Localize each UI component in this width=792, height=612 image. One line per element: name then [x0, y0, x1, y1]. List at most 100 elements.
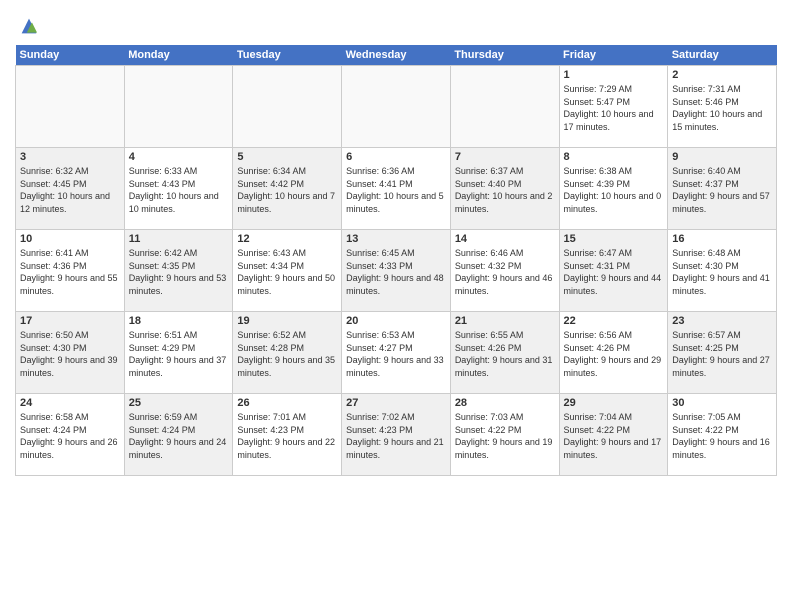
day-info: Sunrise: 6:33 AMSunset: 4:43 PMDaylight:…: [129, 165, 229, 215]
calendar-cell: [124, 66, 233, 148]
main-container: SundayMondayTuesdayWednesdayThursdayFrid…: [0, 0, 792, 481]
day-info: Sunrise: 6:52 AMSunset: 4:28 PMDaylight:…: [237, 329, 337, 379]
day-info: Sunrise: 6:41 AMSunset: 4:36 PMDaylight:…: [20, 247, 120, 297]
calendar-cell: 23 Sunrise: 6:57 AMSunset: 4:25 PMDayligh…: [668, 312, 777, 394]
logo-text: [15, 15, 40, 37]
day-info: Sunrise: 6:57 AMSunset: 4:25 PMDaylight:…: [672, 329, 772, 379]
day-header-friday: Friday: [559, 45, 668, 66]
day-number: 9: [672, 151, 772, 163]
day-info: Sunrise: 6:46 AMSunset: 4:32 PMDaylight:…: [455, 247, 555, 297]
calendar-cell: [16, 66, 125, 148]
week-row-3: 10Sunrise: 6:41 AMSunset: 4:36 PMDayligh…: [16, 230, 777, 312]
day-number: 27: [346, 397, 446, 409]
day-number: 1: [564, 69, 664, 81]
day-number: 28: [455, 397, 555, 409]
day-info: Sunrise: 6:32 AMSunset: 4:45 PMDaylight:…: [20, 165, 120, 215]
calendar-cell: 4 Sunrise: 6:33 AMSunset: 4:43 PMDaylight…: [124, 148, 233, 230]
day-info: Sunrise: 6:36 AMSunset: 4:41 PMDaylight:…: [346, 165, 446, 215]
day-number: 2: [672, 69, 772, 81]
calendar-cell: 14 Sunrise: 6:46 AMSunset: 4:32 PMDayligh…: [450, 230, 559, 312]
day-info: Sunrise: 6:37 AMSunset: 4:40 PMDaylight:…: [455, 165, 555, 215]
calendar-cell: 21Sunrise: 6:55 AMSunset: 4:26 PMDayligh…: [450, 312, 559, 394]
day-number: 21: [455, 315, 555, 327]
day-info: Sunrise: 7:03 AMSunset: 4:22 PMDaylight:…: [455, 411, 555, 461]
calendar-cell: 7Sunrise: 6:37 AMSunset: 4:40 PMDaylight…: [450, 148, 559, 230]
calendar-cell: 29 Sunrise: 7:04 AMSunset: 4:22 PMDayligh…: [559, 394, 668, 476]
day-number: 17: [20, 315, 120, 327]
calendar-cell: 2Sunrise: 7:31 AMSunset: 5:46 PMDaylight…: [668, 66, 777, 148]
calendar-cell: 9 Sunrise: 6:40 AMSunset: 4:37 PMDaylight…: [668, 148, 777, 230]
day-info: Sunrise: 6:38 AMSunset: 4:39 PMDaylight:…: [564, 165, 664, 215]
day-info: Sunrise: 6:53 AMSunset: 4:27 PMDaylight:…: [346, 329, 446, 379]
header: [15, 10, 777, 37]
day-info: Sunrise: 6:47 AMSunset: 4:31 PMDaylight:…: [564, 247, 664, 297]
calendar-cell: 6 Sunrise: 6:36 AMSunset: 4:41 PMDaylight…: [342, 148, 451, 230]
day-header-sunday: Sunday: [16, 45, 125, 66]
calendar-cell: 18 Sunrise: 6:51 AMSunset: 4:29 PMDayligh…: [124, 312, 233, 394]
day-info: Sunrise: 6:59 AMSunset: 4:24 PMDaylight:…: [129, 411, 229, 461]
day-number: 3: [20, 151, 120, 163]
day-number: 6: [346, 151, 446, 163]
logo: [15, 15, 40, 37]
day-header-tuesday: Tuesday: [233, 45, 342, 66]
day-number: 22: [564, 315, 664, 327]
calendar-cell: 20Sunrise: 6:53 AMSunset: 4:27 PMDayligh…: [342, 312, 451, 394]
calendar-cell: 28 Sunrise: 7:03 AMSunset: 4:22 PMDayligh…: [450, 394, 559, 476]
day-info: Sunrise: 6:34 AMSunset: 4:42 PMDaylight:…: [237, 165, 337, 215]
day-info: Sunrise: 6:40 AMSunset: 4:37 PMDaylight:…: [672, 165, 772, 215]
day-info: Sunrise: 6:58 AMSunset: 4:24 PMDaylight:…: [20, 411, 120, 461]
day-info: Sunrise: 6:42 AMSunset: 4:35 PMDaylight:…: [129, 247, 229, 297]
calendar-cell: [233, 66, 342, 148]
day-info: Sunrise: 6:43 AMSunset: 4:34 PMDaylight:…: [237, 247, 337, 297]
week-row-2: 3 Sunrise: 6:32 AMSunset: 4:45 PMDaylight…: [16, 148, 777, 230]
day-info: Sunrise: 6:45 AMSunset: 4:33 PMDaylight:…: [346, 247, 446, 297]
day-number: 23: [672, 315, 772, 327]
day-number: 25: [129, 397, 229, 409]
calendar-cell: 10Sunrise: 6:41 AMSunset: 4:36 PMDayligh…: [16, 230, 125, 312]
day-number: 5: [237, 151, 337, 163]
calendar-table: SundayMondayTuesdayWednesdayThursdayFrid…: [15, 45, 777, 476]
day-info: Sunrise: 6:51 AMSunset: 4:29 PMDaylight:…: [129, 329, 229, 379]
day-info: Sunrise: 7:02 AMSunset: 4:23 PMDaylight:…: [346, 411, 446, 461]
calendar-cell: 1 Sunrise: 7:29 AMSunset: 5:47 PMDaylight…: [559, 66, 668, 148]
calendar-cell: 26Sunrise: 7:01 AMSunset: 4:23 PMDayligh…: [233, 394, 342, 476]
day-number: 15: [564, 233, 664, 245]
day-info: Sunrise: 6:56 AMSunset: 4:26 PMDaylight:…: [564, 329, 664, 379]
day-number: 18: [129, 315, 229, 327]
day-header-saturday: Saturday: [668, 45, 777, 66]
calendar-cell: 24Sunrise: 6:58 AMSunset: 4:24 PMDayligh…: [16, 394, 125, 476]
day-number: 30: [672, 397, 772, 409]
calendar-cell: 25 Sunrise: 6:59 AMSunset: 4:24 PMDayligh…: [124, 394, 233, 476]
logo-icon: [18, 15, 40, 37]
day-info: Sunrise: 7:01 AMSunset: 4:23 PMDaylight:…: [237, 411, 337, 461]
day-header-thursday: Thursday: [450, 45, 559, 66]
week-row-5: 24Sunrise: 6:58 AMSunset: 4:24 PMDayligh…: [16, 394, 777, 476]
calendar-cell: 22 Sunrise: 6:56 AMSunset: 4:26 PMDayligh…: [559, 312, 668, 394]
calendar-cell: 8Sunrise: 6:38 AMSunset: 4:39 PMDaylight…: [559, 148, 668, 230]
day-info: Sunrise: 6:48 AMSunset: 4:30 PMDaylight:…: [672, 247, 772, 297]
day-number: 14: [455, 233, 555, 245]
calendar-cell: 27 Sunrise: 7:02 AMSunset: 4:23 PMDayligh…: [342, 394, 451, 476]
header-row: SundayMondayTuesdayWednesdayThursdayFrid…: [16, 45, 777, 66]
day-number: 4: [129, 151, 229, 163]
day-number: 12: [237, 233, 337, 245]
day-info: Sunrise: 7:04 AMSunset: 4:22 PMDaylight:…: [564, 411, 664, 461]
calendar-cell: 16 Sunrise: 6:48 AMSunset: 4:30 PMDayligh…: [668, 230, 777, 312]
day-number: 19: [237, 315, 337, 327]
day-header-wednesday: Wednesday: [342, 45, 451, 66]
day-info: Sunrise: 6:50 AMSunset: 4:30 PMDaylight:…: [20, 329, 120, 379]
day-header-monday: Monday: [124, 45, 233, 66]
week-row-1: 1 Sunrise: 7:29 AMSunset: 5:47 PMDaylight…: [16, 66, 777, 148]
day-number: 29: [564, 397, 664, 409]
day-number: 16: [672, 233, 772, 245]
calendar-cell: 30Sunrise: 7:05 AMSunset: 4:22 PMDayligh…: [668, 394, 777, 476]
calendar-cell: 12 Sunrise: 6:43 AMSunset: 4:34 PMDayligh…: [233, 230, 342, 312]
day-info: Sunrise: 7:29 AMSunset: 5:47 PMDaylight:…: [564, 83, 664, 133]
calendar-cell: 5 Sunrise: 6:34 AMSunset: 4:42 PMDaylight…: [233, 148, 342, 230]
day-number: 13: [346, 233, 446, 245]
calendar-cell: 15 Sunrise: 6:47 AMSunset: 4:31 PMDayligh…: [559, 230, 668, 312]
calendar-cell: [342, 66, 451, 148]
calendar-cell: 11Sunrise: 6:42 AMSunset: 4:35 PMDayligh…: [124, 230, 233, 312]
calendar-cell: [450, 66, 559, 148]
calendar-cell: 19 Sunrise: 6:52 AMSunset: 4:28 PMDayligh…: [233, 312, 342, 394]
